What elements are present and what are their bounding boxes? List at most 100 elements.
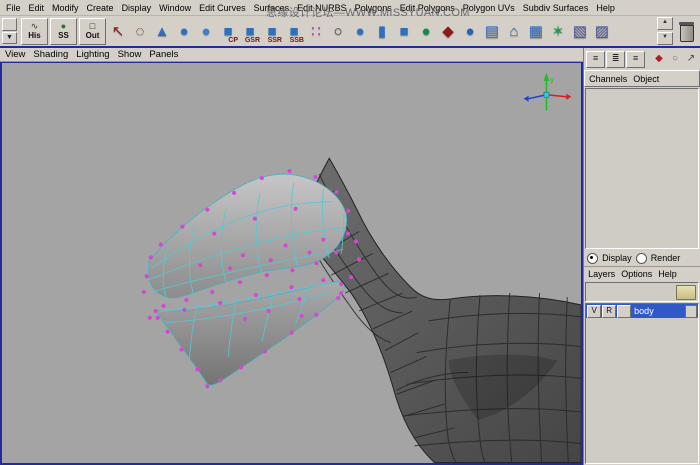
- cv-point[interactable]: [297, 297, 301, 301]
- outliner-button[interactable]: □Out: [79, 18, 106, 45]
- trash-icon[interactable]: [679, 21, 694, 41]
- lattice-shelf-icon[interactable]: ∷: [305, 18, 327, 44]
- layer-menu-options[interactable]: Options: [620, 269, 657, 279]
- cv-point[interactable]: [314, 313, 318, 317]
- cv-point[interactable]: [349, 275, 353, 279]
- menu-item-display[interactable]: Display: [118, 3, 156, 13]
- layer-row-endbox[interactable]: [685, 305, 697, 318]
- lasso-tool-icon[interactable]: ◌: [129, 18, 151, 44]
- cv-point[interactable]: [210, 290, 214, 294]
- cv-point[interactable]: [238, 280, 242, 284]
- cv-point[interactable]: [253, 217, 257, 221]
- cv-point[interactable]: [307, 251, 311, 255]
- no-manip-icon[interactable]: ○: [668, 52, 682, 66]
- stamp-shelf-icon-2[interactable]: ▨: [591, 18, 613, 44]
- shelf-scroll-down-icon[interactable]: ▼: [657, 32, 673, 45]
- revolve-shelf-icon[interactable]: ●: [195, 18, 217, 44]
- cv-point[interactable]: [339, 282, 343, 286]
- cv-point[interactable]: [334, 251, 338, 255]
- channel-layout-toggle-1[interactable]: ≡: [586, 51, 605, 68]
- gsr-shelf-icon[interactable]: ■GSR: [239, 18, 261, 44]
- cv-point[interactable]: [198, 264, 202, 268]
- cv-point[interactable]: [293, 207, 297, 211]
- globe-shelf-icon[interactable]: ●: [459, 18, 481, 44]
- new-layer-icon[interactable]: [676, 285, 696, 300]
- cv-point[interactable]: [284, 244, 288, 248]
- cv-point[interactable]: [162, 304, 166, 308]
- book-shelf-icon[interactable]: ▤: [481, 18, 503, 44]
- menu-item-surfaces[interactable]: Surfaces: [250, 3, 294, 13]
- cv-point[interactable]: [313, 175, 317, 179]
- cv-point[interactable]: [218, 379, 222, 383]
- cv-point[interactable]: [166, 330, 170, 334]
- cv-point[interactable]: [205, 385, 209, 389]
- sphere-shelf-icon[interactable]: ●: [173, 18, 195, 44]
- menu-item-edit-nurbs[interactable]: Edit NURBS: [293, 3, 351, 13]
- smooth-shade-button[interactable]: ●SS: [50, 18, 77, 45]
- menu-item-file[interactable]: File: [2, 3, 25, 13]
- menu-item-help[interactable]: Help: [592, 3, 619, 13]
- channel-layout-toggle-2[interactable]: ≣: [606, 51, 625, 68]
- layer-menu-layers[interactable]: Layers: [587, 269, 620, 279]
- cv-point[interactable]: [357, 258, 361, 262]
- cv-point[interactable]: [290, 331, 294, 335]
- cv-point[interactable]: [156, 316, 160, 320]
- viewport-menu-view[interactable]: View: [3, 49, 31, 60]
- viewport-menu-show[interactable]: Show: [116, 49, 148, 60]
- cone-shelf-icon[interactable]: ▲: [151, 18, 173, 44]
- history-button[interactable]: ∿His: [21, 18, 48, 45]
- layer-visibility-toggle[interactable]: V: [587, 305, 601, 318]
- cv-point[interactable]: [336, 296, 340, 300]
- cv-point[interactable]: [263, 350, 267, 354]
- cv-point[interactable]: [159, 243, 163, 247]
- lamp-shelf-icon[interactable]: ⌂: [503, 18, 525, 44]
- menu-item-polygons[interactable]: Polygons: [351, 3, 396, 13]
- cv-point[interactable]: [260, 176, 264, 180]
- cv-point[interactable]: [265, 273, 269, 277]
- shelf-tab-selector[interactable]: ▼: [2, 18, 17, 44]
- stamp-shelf-icon-1[interactable]: ▧: [569, 18, 591, 44]
- menu-item-create[interactable]: Create: [83, 3, 118, 13]
- cylinder-primitive-icon[interactable]: ▮: [371, 18, 393, 44]
- viewport-menu-lighting[interactable]: Lighting: [74, 49, 115, 60]
- shelf-scroll-up-icon[interactable]: ▲: [657, 17, 673, 30]
- cv-point[interactable]: [142, 290, 146, 294]
- cv-point[interactable]: [228, 267, 232, 271]
- layer-row-body[interactable]: V R body: [586, 304, 698, 318]
- plane-grid-shelf-icon[interactable]: ▦: [525, 18, 547, 44]
- menu-item-subdiv-surfaces[interactable]: Subdiv Surfaces: [519, 3, 593, 13]
- layer-menu-help[interactable]: Help: [657, 269, 682, 279]
- cv-point[interactable]: [334, 190, 338, 194]
- channel-menu-object[interactable]: Object: [632, 74, 664, 84]
- cv-point[interactable]: [182, 308, 186, 312]
- nurbs-circle-shelf-icon[interactable]: ○: [327, 18, 349, 44]
- cv-point[interactable]: [299, 314, 303, 318]
- viewport-canvas[interactable]: y: [0, 62, 583, 465]
- ssb-shelf-icon[interactable]: ■SSB: [283, 18, 305, 44]
- channel-layout-toggle-3[interactable]: ≡: [626, 51, 645, 68]
- menu-item-polygon-uvs[interactable]: Polygon UVs: [459, 3, 519, 13]
- shelf-tab-blank[interactable]: [2, 18, 17, 31]
- cv-point[interactable]: [354, 240, 358, 244]
- cv-point[interactable]: [314, 262, 318, 266]
- cv-point[interactable]: [180, 225, 184, 229]
- menu-item-window[interactable]: Window: [155, 3, 195, 13]
- key-icon[interactable]: ◆: [652, 52, 666, 66]
- star-shelf-icon[interactable]: ✶: [547, 18, 569, 44]
- cv-point[interactable]: [346, 232, 350, 236]
- cv-point[interactable]: [321, 238, 325, 242]
- menu-item-edit[interactable]: Edit: [25, 3, 49, 13]
- model-head[interactable]: [149, 174, 347, 298]
- cp-shelf-icon[interactable]: ■CP: [217, 18, 239, 44]
- ssr-shelf-icon[interactable]: ■SSR: [261, 18, 283, 44]
- cv-point[interactable]: [339, 291, 343, 295]
- viewport-menu-panels[interactable]: Panels: [147, 49, 184, 60]
- menu-item-edit-curves[interactable]: Edit Curves: [195, 3, 250, 13]
- cv-point[interactable]: [218, 301, 222, 305]
- cv-point[interactable]: [179, 348, 183, 352]
- render-radio[interactable]: [636, 253, 647, 264]
- paint-tool-icon[interactable]: ◆: [437, 18, 459, 44]
- cv-point[interactable]: [195, 368, 199, 372]
- cv-point[interactable]: [290, 269, 294, 273]
- manip-arrow-icon[interactable]: ↗: [684, 52, 698, 66]
